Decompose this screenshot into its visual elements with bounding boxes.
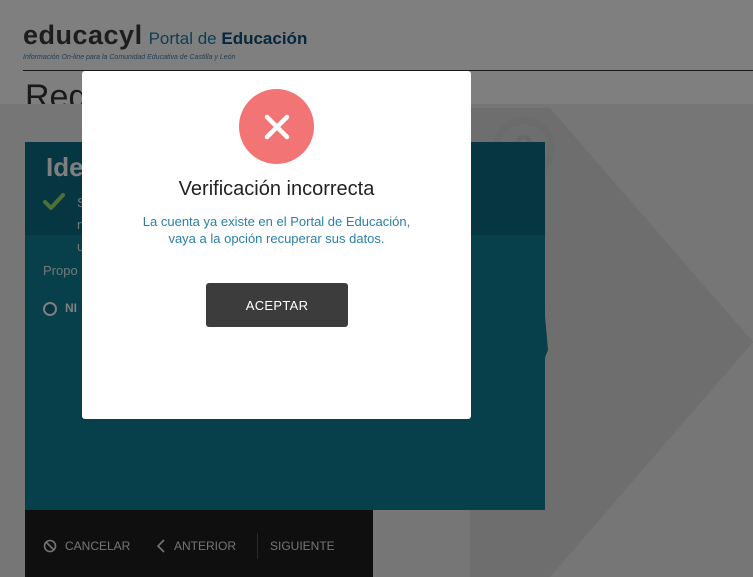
dialog-title: Verificación incorrecta xyxy=(178,178,375,200)
close-icon xyxy=(264,114,289,139)
dialog-message: La cuenta ya existe en el Portal de Educ… xyxy=(142,214,411,246)
error-icon-circle xyxy=(239,89,314,164)
error-dialog: Verificación incorrecta La cuenta ya exi… xyxy=(82,71,471,419)
accept-button[interactable]: ACEPTAR xyxy=(206,283,348,327)
